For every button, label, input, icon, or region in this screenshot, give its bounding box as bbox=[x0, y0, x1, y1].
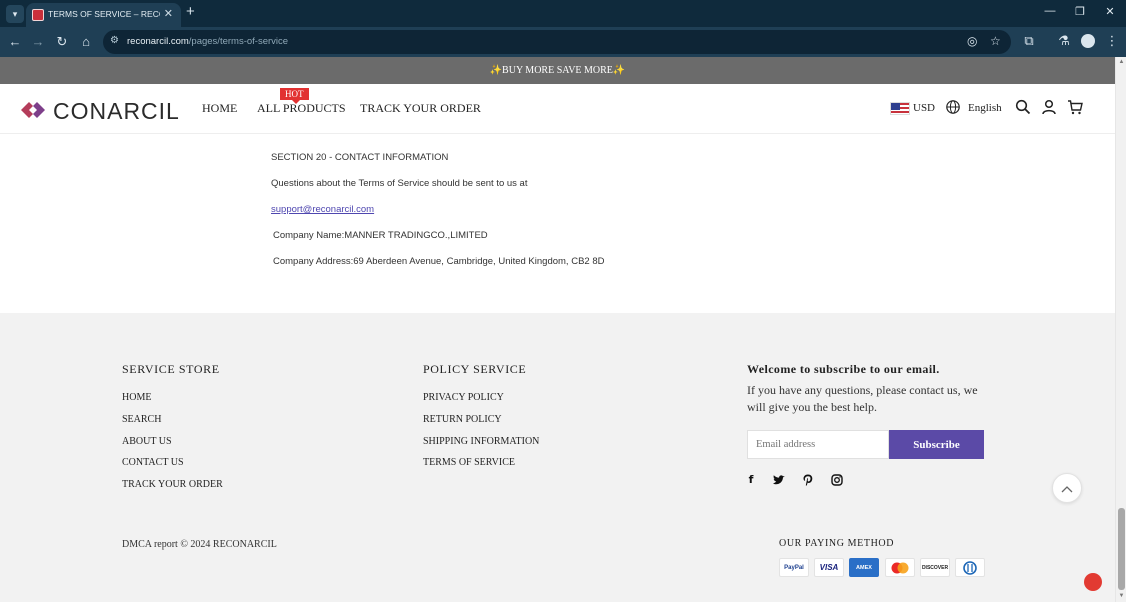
footer-link-shipping-information[interactable]: SHIPPING INFORMATION bbox=[423, 436, 539, 447]
section-title: SECTION 20 - CONTACT INFORMATION bbox=[271, 152, 449, 163]
footer-link-about-us[interactable]: ABOUT US bbox=[122, 436, 172, 447]
nav-all-products[interactable]: ALL PRODUCTS bbox=[257, 101, 346, 116]
support-email-link[interactable]: support@reconarcil.com bbox=[271, 204, 374, 215]
discover-label: DISCOVER bbox=[921, 565, 949, 571]
more-menu-icon[interactable]: ⋮ bbox=[1104, 33, 1120, 49]
user-icon[interactable] bbox=[1041, 99, 1057, 115]
site-header: CONARCIL HOME HOT ALL PRODUCTS TRACK YOU… bbox=[0, 84, 1115, 134]
url-domain: reconarcil.com bbox=[127, 36, 189, 47]
footer-link-home[interactable]: HOME bbox=[122, 392, 151, 403]
footer-link-return-policy[interactable]: RETURN POLICY bbox=[423, 414, 502, 425]
scroll-down-arrow-icon[interactable]: ▼ bbox=[1116, 593, 1126, 599]
profile-avatar-icon[interactable] bbox=[1081, 34, 1095, 48]
search-icon[interactable] bbox=[1015, 99, 1031, 115]
subscribe-button[interactable]: Subscribe bbox=[889, 430, 984, 459]
hot-badge: HOT bbox=[280, 88, 309, 104]
maximize-window-icon[interactable]: ❐ bbox=[1073, 5, 1087, 18]
amex-label: AMEX bbox=[856, 565, 872, 571]
paypal-icon: PayPal bbox=[779, 558, 809, 577]
brand-name: CONARCIL bbox=[53, 98, 180, 124]
tracking-protection-icon[interactable]: ◎ bbox=[967, 34, 977, 48]
twitter-icon[interactable] bbox=[772, 473, 786, 487]
site-favicon-icon bbox=[32, 9, 44, 21]
globe-icon[interactable] bbox=[945, 99, 961, 115]
footer-link-contact-us[interactable]: CONTACT US bbox=[122, 457, 184, 468]
mastercard-icon bbox=[885, 558, 915, 577]
browser-tab-bar: ▾ TERMS OF SERVICE – RECONARCIL ✕ + — ❐ … bbox=[0, 0, 1126, 27]
page-scrollbar[interactable]: ▲ ▼ bbox=[1115, 57, 1126, 602]
nav-track-order[interactable]: TRACK YOUR ORDER bbox=[360, 101, 481, 116]
tab-title: TERMS OF SERVICE – RECONARCIL bbox=[48, 9, 160, 19]
footer-link-privacy-policy[interactable]: PRIVACY POLICY bbox=[423, 392, 504, 403]
subscribe-text: If you have any questions, please contac… bbox=[747, 383, 978, 414]
footer-link-search[interactable]: SEARCH bbox=[122, 414, 161, 425]
amex-icon: AMEX bbox=[849, 558, 879, 577]
language-selector[interactable]: English bbox=[968, 102, 1002, 114]
diners-club-icon bbox=[955, 558, 985, 577]
contact-question: Questions about the Terms of Service sho… bbox=[271, 178, 528, 189]
us-flag-icon[interactable] bbox=[890, 102, 910, 115]
instagram-icon[interactable] bbox=[830, 473, 844, 487]
copyright-text[interactable]: DMCA report © 2024 RECONARCIL bbox=[122, 539, 277, 550]
diners-circle-icon bbox=[963, 561, 977, 575]
visa-label: VISA bbox=[819, 563, 839, 572]
cart-icon[interactable] bbox=[1067, 99, 1083, 115]
url-text[interactable]: reconarcil.com/pages/terms-of-service bbox=[127, 36, 288, 47]
close-window-icon[interactable]: ✕ bbox=[1103, 5, 1117, 18]
site-footer: SERVICE STORE HOME SEARCH ABOUT US CONTA… bbox=[0, 313, 1115, 602]
back-icon[interactable]: ← bbox=[7, 34, 23, 50]
chevron-up-icon bbox=[1061, 486, 1073, 493]
pinterest-icon[interactable] bbox=[801, 473, 815, 487]
browser-toolbar: ← → ↻ ⌂ ⚙ reconarcil.com/pages/terms-of-… bbox=[0, 27, 1126, 57]
brand-logo-mark-icon bbox=[21, 102, 45, 118]
reload-icon[interactable]: ↻ bbox=[54, 34, 70, 50]
facebook-icon[interactable]: f bbox=[744, 473, 758, 487]
bookmark-star-icon[interactable]: ☆ bbox=[990, 34, 1001, 48]
minimize-window-icon[interactable]: — bbox=[1043, 5, 1057, 17]
discover-icon: DISCOVER bbox=[920, 558, 950, 577]
email-input[interactable] bbox=[747, 430, 889, 459]
promo-banner[interactable]: ✨BUY MORE SAVE MORE✨ bbox=[0, 57, 1115, 84]
tab-search-menu-icon[interactable]: ▾ bbox=[6, 5, 24, 23]
footer-link-terms-of-service[interactable]: TERMS OF SERVICE bbox=[423, 457, 515, 468]
footer-link-track-order[interactable]: TRACK YOUR ORDER bbox=[122, 479, 223, 490]
forward-icon[interactable]: → bbox=[30, 34, 46, 50]
url-path: /pages/terms-of-service bbox=[188, 36, 289, 47]
mastercard-circles-icon bbox=[891, 562, 909, 574]
labs-icon[interactable]: ⚗ bbox=[1056, 33, 1072, 49]
scrollbar-thumb[interactable] bbox=[1118, 508, 1125, 590]
home-icon[interactable]: ⌂ bbox=[78, 34, 94, 50]
company-name: Company Name:MANNER TRADINGCO.,LIMITED bbox=[273, 230, 488, 241]
brand-logo[interactable]: CONARCIL bbox=[19, 97, 181, 124]
subscribe-title: Welcome to subscribe to our email. bbox=[747, 362, 940, 376]
visa-icon: VISA bbox=[814, 558, 844, 577]
currency-selector[interactable]: USD bbox=[913, 102, 935, 114]
company-address: Company Address:69 Aberdeen Avenue, Camb… bbox=[273, 256, 605, 267]
tos-content: SECTION 20 - CONTACT INFORMATION Questio… bbox=[0, 134, 1115, 313]
paying-method-title: OUR PAYING METHOD bbox=[779, 538, 895, 549]
address-bar[interactable]: ⚙ reconarcil.com/pages/terms-of-service … bbox=[103, 30, 1011, 54]
service-store-title: SERVICE STORE bbox=[122, 362, 220, 376]
scroll-up-arrow-icon[interactable]: ▲ bbox=[1116, 59, 1126, 65]
new-tab-icon[interactable]: + bbox=[186, 3, 195, 20]
browser-tab-active[interactable]: TERMS OF SERVICE – RECONARCIL ✕ bbox=[26, 3, 181, 27]
paypal-label: PayPal bbox=[784, 565, 804, 571]
back-to-top-button[interactable] bbox=[1052, 473, 1082, 503]
chat-widget-icon[interactable] bbox=[1084, 573, 1102, 591]
site-info-icon[interactable]: ⚙ bbox=[110, 35, 119, 46]
nav-home[interactable]: HOME bbox=[202, 101, 237, 116]
extensions-icon[interactable]: ⧉ bbox=[1021, 33, 1037, 49]
policy-service-title: POLICY SERVICE bbox=[423, 362, 527, 376]
tab-close-icon[interactable]: ✕ bbox=[164, 7, 173, 20]
